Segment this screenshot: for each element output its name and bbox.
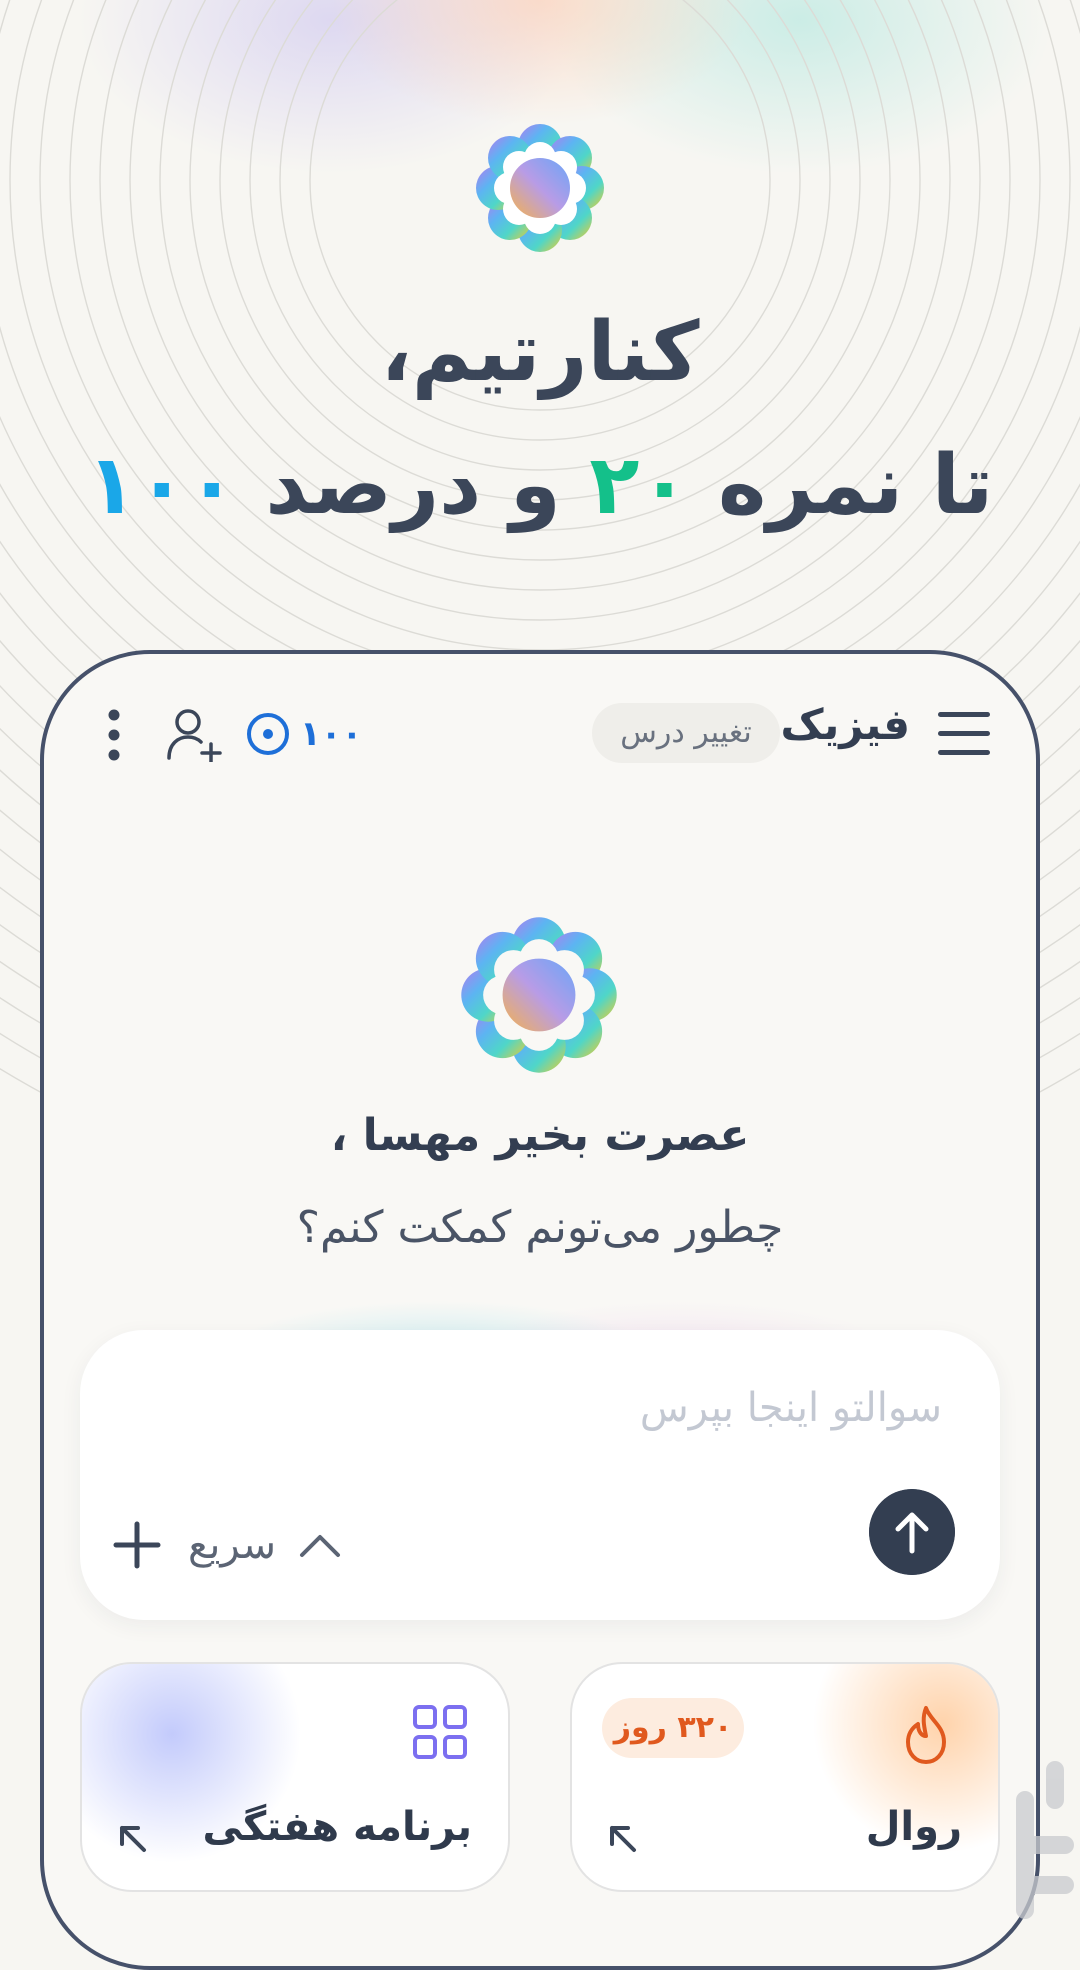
more-options-icon[interactable] <box>104 708 124 762</box>
quick-actions-bar: سریع <box>112 1515 342 1575</box>
change-subject-button[interactable]: تغییر درس <box>592 703 780 763</box>
arrow-up-left-icon <box>120 1826 146 1852</box>
streak-title: روال <box>865 1804 962 1850</box>
question-input[interactable] <box>120 1372 944 1444</box>
hero-line2-prefix: تا نمره <box>718 438 994 533</box>
hero-line2-mid: و درصد <box>265 438 561 533</box>
app-logo-icon <box>476 124 604 252</box>
assistant-logo-icon <box>461 917 617 1073</box>
subject-title: فیزیک <box>780 700 910 749</box>
greeting-text: عصرت بخیر مهسا ، <box>330 1110 750 1161</box>
hero-percent: ۱۰۰ <box>86 438 237 533</box>
menu-icon[interactable] <box>938 712 990 756</box>
add-attachment-button[interactable] <box>112 1520 162 1570</box>
coin-icon <box>247 713 289 755</box>
weekly-plan-card[interactable]: برنامه هفتگی <box>80 1662 510 1892</box>
streak-badge: ۳۲۰ روز <box>602 1698 744 1758</box>
chevron-up-icon[interactable] <box>298 1530 342 1560</box>
arrow-up-left-icon <box>610 1826 636 1852</box>
plus-icon <box>113 1521 161 1569</box>
store-watermark-logo <box>1016 1761 1074 1919</box>
coin-balance[interactable]: ۱۰۰ <box>246 712 362 756</box>
grid-icon <box>413 1705 467 1759</box>
quick-mode-toggle[interactable]: سریع <box>188 1522 276 1568</box>
hero-title-line1: کنارتیم، <box>380 305 700 400</box>
hero-grade: ۲۰ <box>589 438 690 533</box>
weekly-plan-title: برنامه هفتگی <box>202 1804 472 1850</box>
streak-card[interactable]: ۳۲۰ روز روال <box>570 1662 1000 1892</box>
flame-icon <box>906 1706 946 1764</box>
hero-title-line2: تا نمره ۲۰ و درصد ۱۰۰ <box>0 438 1080 533</box>
add-user-icon[interactable] <box>164 706 224 762</box>
send-button[interactable] <box>869 1489 955 1575</box>
coin-count: ۱۰۰ <box>300 714 363 754</box>
